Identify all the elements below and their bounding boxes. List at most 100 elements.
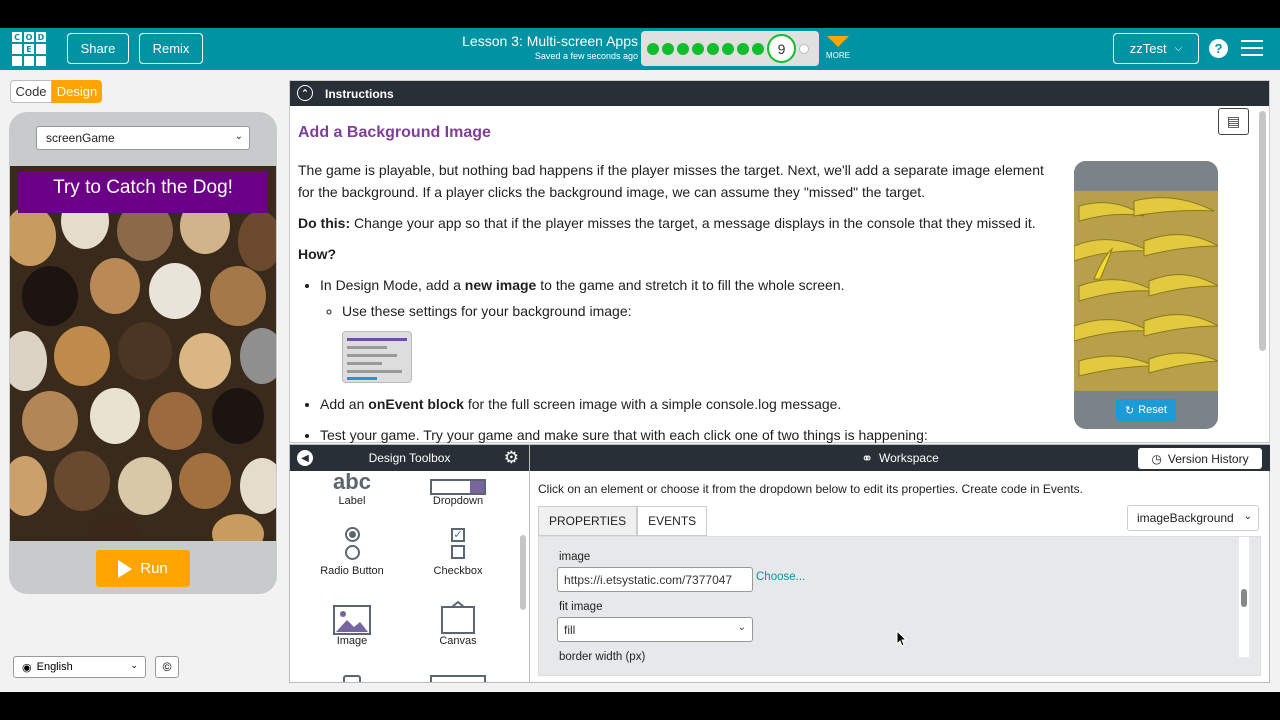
chevron-down-icon: ⌵: [1174, 43, 1183, 54]
instructions-paragraph: The game is playable, but nothing bad ha…: [298, 162, 1044, 200]
settings-thumbnail-image[interactable]: [342, 331, 412, 383]
toolbox-image-item[interactable]: Image: [307, 591, 397, 647]
workspace-panel: ⚭ Workspace ◷ Version History Click on a…: [530, 444, 1270, 683]
version-history-button[interactable]: ◷ Version History: [1138, 448, 1262, 469]
properties-panel: image https://i.etsystatic.com/7377047 C…: [538, 536, 1261, 676]
save-status: Saved a few seconds ago: [534, 51, 638, 61]
tab-events[interactable]: EVENTS: [637, 506, 708, 536]
checkbox-icon: ✓: [413, 521, 503, 565]
instructions-panel: ⌃ Instructions Add a Background Image ▤ …: [289, 80, 1270, 443]
fit-image-select[interactable]: fill ⌄: [557, 617, 753, 642]
app-preview-phone: screenGame ⌄ Try to Catch the Dog! Run: [9, 112, 277, 594]
toolbox-dropdown-item[interactable]: Dropdown: [413, 471, 503, 507]
screen-select[interactable]: screenGame ⌄: [36, 126, 250, 150]
language-select[interactable]: ◉ English ⌄: [13, 656, 146, 678]
mode-toggle: Code Design: [10, 80, 102, 103]
toolbox-canvas-item[interactable]: Canvas: [413, 591, 503, 647]
app-screen[interactable]: Try to Catch the Dog!: [10, 166, 276, 541]
gear-icon[interactable]: ⚙: [504, 448, 519, 468]
chevron-down-icon: ⌄: [1243, 511, 1252, 522]
how-heading: How?: [298, 246, 337, 262]
list-item: In Design Mode, add a new image to the g…: [320, 274, 1063, 383]
lesson-title[interactable]: Lesson 3: Multi-screen Apps: [440, 33, 638, 49]
instructions-title: Add a Background Image: [298, 124, 491, 141]
current-level-bubble[interactable]: 9: [767, 34, 796, 63]
toolbox-items: abc Label Dropdown Radio Button ✓ Checkb…: [290, 471, 519, 682]
text-to-speech-icon[interactable]: ▤: [1218, 108, 1249, 135]
lesson-title-block: Lesson 3: Multi-screen Apps Saved a few …: [440, 33, 638, 61]
level-dot[interactable]: [692, 42, 704, 55]
toolbox-label-item[interactable]: abc Label: [307, 471, 397, 507]
design-mode-button[interactable]: Design: [52, 80, 102, 103]
level-dot[interactable]: [662, 42, 674, 55]
copyright-button[interactable]: ©: [155, 656, 179, 678]
dogs-background-image[interactable]: [10, 166, 276, 541]
sub-list: Use these settings for your background i…: [342, 300, 1063, 322]
level-dot[interactable]: [752, 42, 764, 55]
level-dot[interactable]: [722, 42, 734, 55]
user-menu-button[interactable]: zzTest ⌵: [1113, 33, 1199, 64]
image-url-field[interactable]: https://i.etsystatic.com/7377047: [557, 567, 753, 592]
more-arrow-icon: [827, 36, 849, 47]
collapse-toolbox-icon[interactable]: ◀: [297, 450, 313, 466]
link-icon: ⚭: [861, 449, 873, 466]
toolbox-textarea-item[interactable]: [413, 661, 503, 682]
play-icon: [118, 559, 133, 578]
instructions-body: The game is playable, but nothing bad ha…: [298, 159, 1063, 455]
share-button[interactable]: Share: [67, 33, 129, 64]
run-button[interactable]: Run: [96, 550, 190, 587]
reset-icon: ↻: [1125, 404, 1135, 417]
fit-image-label: fit image: [559, 601, 603, 613]
example-app-preview: ↻ Reset: [1074, 161, 1218, 429]
toolbox-scrollbar[interactable]: [520, 535, 526, 610]
level-dot[interactable]: [737, 42, 749, 55]
list-item: Add an onEvent block for the full screen…: [320, 393, 1063, 415]
workspace-hint: Click on an element or choose it from th…: [538, 482, 1083, 496]
help-icon[interactable]: ?: [1209, 39, 1228, 58]
level-dot[interactable]: [799, 43, 809, 54]
design-toolbox: ◀ Design Toolbox ⚙ abc Label Dropdown Ra…: [289, 444, 530, 683]
phone-icon: [307, 661, 397, 682]
do-this-paragraph: Do this: Change your app so that if the …: [298, 215, 1036, 231]
toolbox-header: ◀ Design Toolbox ⚙: [290, 445, 529, 471]
radio-button-icon: [307, 521, 397, 565]
more-levels-button[interactable]: MORE: [824, 34, 852, 60]
chevron-down-icon: ⌄: [737, 622, 746, 633]
toolbox-screen-item[interactable]: [307, 661, 397, 682]
instructions-header: ⌃ Instructions: [290, 81, 1269, 106]
level-progress: 9: [641, 31, 819, 66]
reset-button[interactable]: ↻ Reset: [1116, 399, 1176, 421]
top-header: C O D E Share Remix Lesson 3: Multi-scre…: [0, 28, 1280, 70]
toolbox-checkbox-item[interactable]: ✓ Checkbox: [413, 521, 503, 577]
mouse-cursor-icon: [896, 630, 908, 647]
properties-scrollbar[interactable]: [1239, 537, 1249, 657]
remix-button[interactable]: Remix: [139, 33, 203, 64]
list-item: Use these settings for your background i…: [342, 300, 1063, 322]
code-org-logo[interactable]: C O D E: [12, 32, 46, 66]
app-frame: C O D E Share Remix Lesson 3: Multi-scre…: [0, 28, 1280, 692]
level-dot[interactable]: [677, 42, 689, 55]
instructions-scrollbar[interactable]: [1259, 111, 1266, 351]
toolbox-radio-button-item[interactable]: Radio Button: [307, 521, 397, 577]
instructions-list: In Design Mode, add a new image to the g…: [320, 274, 1063, 446]
image-icon: [307, 591, 397, 635]
code-mode-button[interactable]: Code: [10, 80, 52, 103]
list-item: Test your game. Try your game and make s…: [320, 424, 1063, 446]
border-width-label: border width (px): [559, 651, 646, 663]
level-dot[interactable]: [647, 42, 659, 55]
element-select[interactable]: imageBackground ⌄: [1127, 505, 1259, 531]
globe-icon: ◉: [22, 661, 32, 674]
hamburger-menu-icon[interactable]: [1241, 40, 1263, 61]
dropdown-icon: [413, 471, 503, 495]
property-tabs: PROPERTIES EVENTS: [538, 506, 708, 536]
workspace-header: ⚭ Workspace ◷ Version History: [530, 445, 1270, 471]
canvas-icon: [413, 591, 503, 635]
bananas-image: [1074, 161, 1218, 391]
tab-properties[interactable]: PROPERTIES: [538, 506, 638, 536]
clock-icon: ◷: [1151, 451, 1162, 466]
choose-image-link[interactable]: Choose...: [756, 571, 805, 583]
game-title-label[interactable]: Try to Catch the Dog!: [18, 171, 268, 213]
level-dot[interactable]: [707, 42, 719, 55]
chevron-down-icon: ⌄: [234, 131, 243, 142]
collapse-icon[interactable]: ⌃: [297, 85, 313, 101]
